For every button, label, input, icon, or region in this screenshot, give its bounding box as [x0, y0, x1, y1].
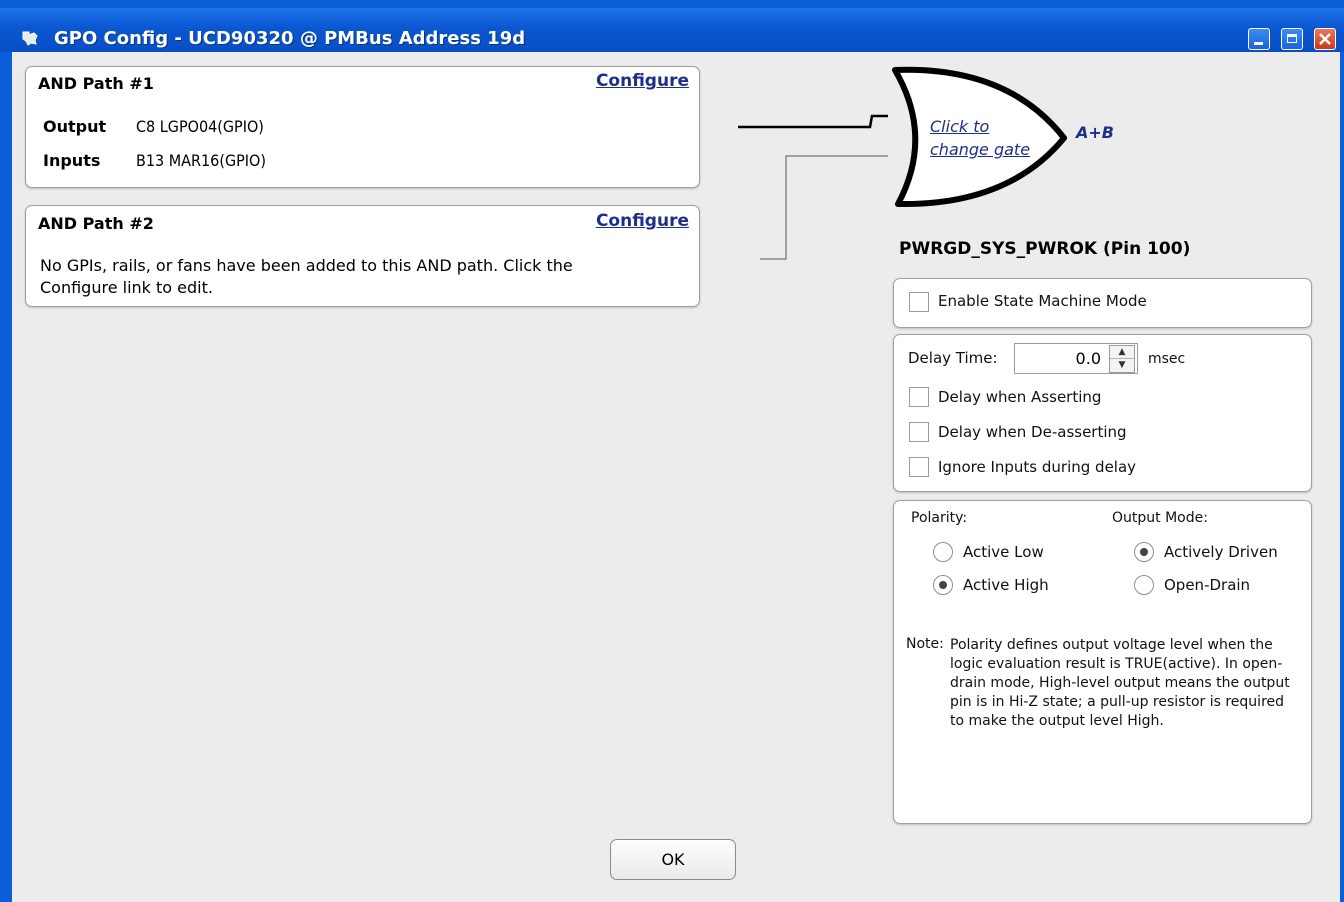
active-low-radio[interactable] — [933, 542, 953, 562]
ignore-inputs-label: Ignore Inputs during delay — [938, 458, 1137, 476]
enable-state-machine-checkbox[interactable] — [909, 292, 929, 312]
spin-down-icon[interactable]: ▼ — [1110, 359, 1134, 372]
minimize-button[interactable] — [1248, 28, 1270, 50]
minimize-icon — [1254, 42, 1263, 45]
title-bar[interactable]: GPO Config - UCD90320 @ PMBus Address 19… — [0, 8, 1344, 52]
delay-deasserting-label: Delay when De-asserting — [938, 423, 1127, 441]
change-gate-link-line2[interactable]: change gate — [930, 140, 1030, 159]
input-a-wire — [738, 114, 888, 129]
and-path-2-message: No GPIs, rails, or fans have been added … — [40, 256, 573, 297]
pin-title: PWRGD_SYS_PWROK (Pin 100) — [899, 239, 1191, 259]
gate-expression: A+B — [1076, 123, 1114, 142]
change-gate-link-line1[interactable]: Click to — [930, 117, 989, 136]
delay-time-value: 0.0 — [1075, 349, 1101, 368]
note-label: Note: — [906, 636, 944, 652]
and-path-2-title: AND Path #2 — [38, 214, 154, 233]
delay-time-label: Delay Time: — [908, 349, 998, 367]
active-high-radio[interactable] — [933, 575, 953, 595]
enable-state-machine-label: Enable State Machine Mode — [938, 292, 1147, 310]
actively-driven-radio[interactable] — [1134, 542, 1154, 562]
ti-logo-icon — [22, 31, 38, 46]
maximize-icon — [1287, 34, 1297, 43]
and-path-2-configure-link[interactable]: Configure — [596, 211, 689, 231]
note-text: Polarity defines output voltage level wh… — [950, 637, 1290, 729]
inputs-value: B13 MAR16(GPIO) — [136, 151, 266, 170]
and-path-1-panel: AND Path #1 Configure Output C8 LGPO04(G… — [25, 66, 700, 188]
active-low-label: Active Low — [963, 543, 1044, 561]
delay-deasserting-checkbox[interactable] — [909, 422, 929, 442]
open-drain-label: Open-Drain — [1164, 576, 1251, 594]
and-path-1-configure-link[interactable]: Configure — [596, 71, 689, 91]
delay-asserting-checkbox[interactable] — [909, 387, 929, 407]
output-label: Output — [43, 117, 107, 136]
delay-asserting-label: Delay when Asserting — [938, 388, 1102, 406]
output-value: C8 LGPO04(GPIO) — [136, 117, 264, 136]
gate-diagram — [738, 66, 1067, 260]
and-path-2-panel: AND Path #2 Configure No GPIs, rails, or… — [25, 205, 700, 307]
ok-button[interactable]: OK — [610, 839, 736, 880]
close-icon — [1319, 33, 1331, 45]
or-gate-shape — [892, 66, 1067, 208]
and-path-1-title: AND Path #1 — [38, 74, 154, 93]
delay-time-spinner[interactable]: ▲ ▼ — [1109, 345, 1135, 373]
output-mode-label: Output Mode: — [1112, 510, 1208, 526]
close-button[interactable] — [1314, 28, 1336, 50]
polarity-label: Polarity: — [911, 510, 968, 526]
window-title: GPO Config - UCD90320 @ PMBus Address 19… — [54, 28, 526, 49]
active-high-label: Active High — [963, 576, 1049, 594]
maximize-button[interactable] — [1281, 28, 1303, 50]
open-drain-radio[interactable] — [1134, 575, 1154, 595]
actively-driven-label: Actively Driven — [1164, 543, 1278, 561]
spin-up-icon[interactable]: ▲ — [1110, 346, 1134, 359]
inputs-label: Inputs — [43, 151, 101, 170]
delay-unit-label: msec — [1148, 351, 1186, 367]
input-b-wire — [760, 155, 888, 260]
ignore-inputs-checkbox[interactable] — [909, 457, 929, 477]
